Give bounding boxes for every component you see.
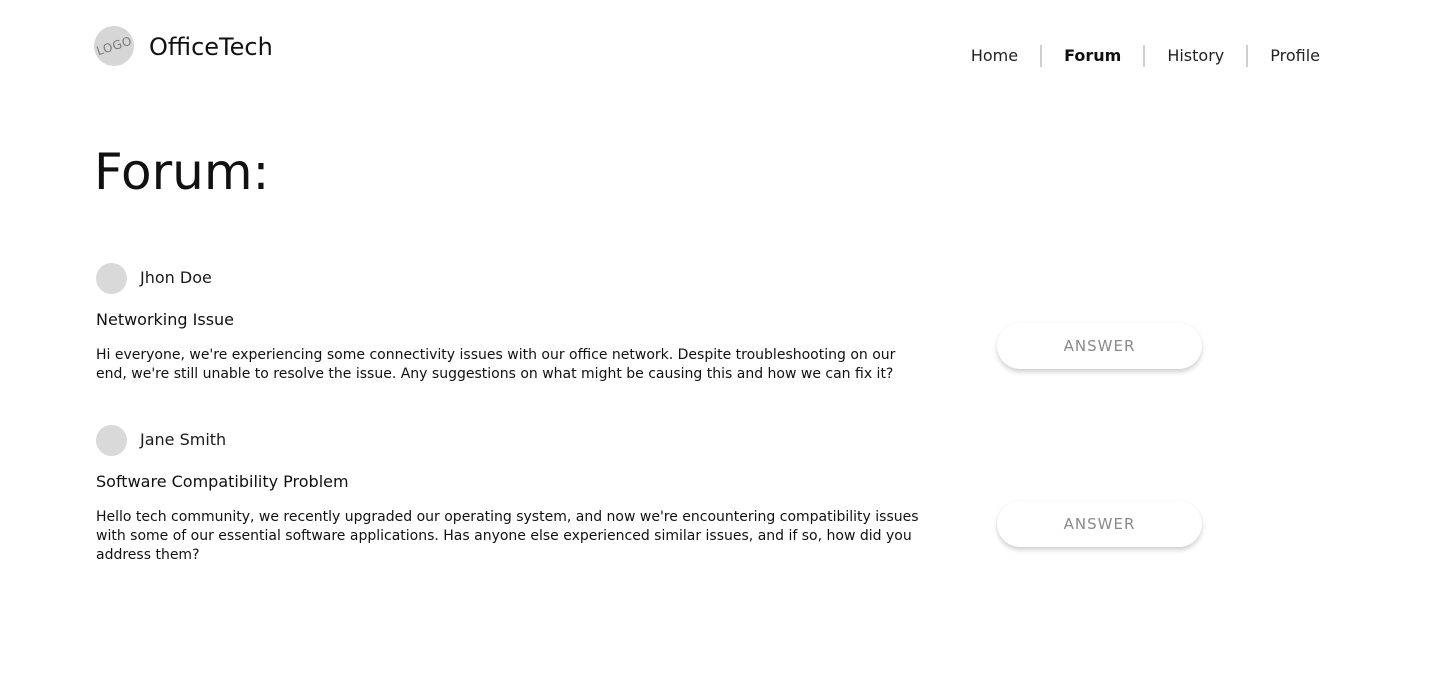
answer-button[interactable]: ANSWER — [997, 501, 1202, 547]
post-body: Hi everyone, we're experiencing some con… — [96, 347, 896, 382]
nav-separator — [1143, 45, 1146, 67]
post-author: Jhon Doe — [96, 262, 212, 294]
answer-button[interactable]: ANSWER — [997, 323, 1202, 369]
author-name[interactable]: Jhon Doe — [140, 268, 212, 288]
nav-separator — [1246, 45, 1249, 67]
forum-post: Jane Smith Software Compatibility Proble… — [96, 424, 1206, 574]
nav-separator — [1040, 45, 1043, 67]
page-title: Forum: — [94, 143, 270, 201]
author-name[interactable]: Jane Smith — [140, 430, 226, 450]
post-author: Jane Smith — [96, 424, 226, 456]
logo-text: LOGO — [94, 33, 134, 59]
main-nav: Home Forum History Profile — [971, 44, 1320, 68]
avatar[interactable] — [96, 262, 127, 294]
post-body: Hello tech community, we recently upgrad… — [96, 509, 919, 563]
avatar[interactable] — [96, 424, 127, 456]
nav-history[interactable]: History — [1167, 44, 1224, 68]
post-title: Software Compatibility Problem — [96, 472, 349, 491]
logo[interactable]: LOGO — [94, 26, 134, 66]
post-title: Networking Issue — [96, 310, 235, 329]
forum-post: Jhon Doe Networking Issue Hi everyone, w… — [96, 262, 1206, 392]
brand-name[interactable]: OfficeTech — [149, 33, 273, 61]
nav-home[interactable]: Home — [971, 44, 1018, 68]
nav-profile[interactable]: Profile — [1270, 44, 1320, 68]
nav-forum[interactable]: Forum — [1064, 44, 1121, 68]
